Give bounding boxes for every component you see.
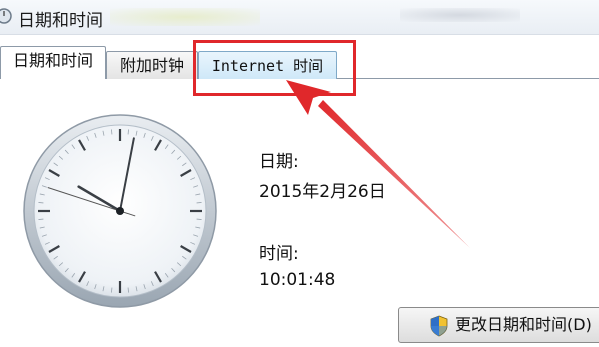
minute-tick bbox=[127, 287, 129, 293]
change-date-time-button[interactable]: 更改日期和时间(D) bbox=[398, 307, 599, 343]
minute-tick bbox=[38, 202, 44, 204]
watermark-blur bbox=[400, 8, 520, 22]
change-date-time-label: 更改日期和时间(D) bbox=[455, 315, 592, 334]
analog-clock bbox=[23, 114, 217, 308]
minute-tick bbox=[111, 287, 113, 293]
minute-tick bbox=[127, 129, 129, 135]
window-title: 日期和时间 bbox=[18, 11, 103, 31]
time-value: 10:01:48 bbox=[259, 270, 336, 290]
clock-center bbox=[116, 207, 124, 215]
tab-additional-clocks[interactable]: 附加时钟 bbox=[106, 51, 198, 79]
minute-tick bbox=[196, 218, 202, 220]
title-bar: 日期和时间 bbox=[0, 0, 599, 35]
tab-date-and-time[interactable]: 日期和时间 bbox=[0, 46, 106, 79]
date-value: 2015年2月26日 bbox=[259, 182, 386, 202]
minute-tick bbox=[38, 218, 44, 220]
minute-tick bbox=[196, 202, 202, 204]
uac-shield-icon bbox=[429, 315, 449, 337]
clock-icon bbox=[0, 6, 14, 26]
minute-tick bbox=[111, 129, 113, 135]
tab-internet-time[interactable]: Internet 时间 bbox=[198, 51, 337, 79]
date-label: 日期: bbox=[259, 152, 299, 172]
title-blur bbox=[110, 8, 260, 26]
time-label: 时间: bbox=[259, 244, 299, 264]
